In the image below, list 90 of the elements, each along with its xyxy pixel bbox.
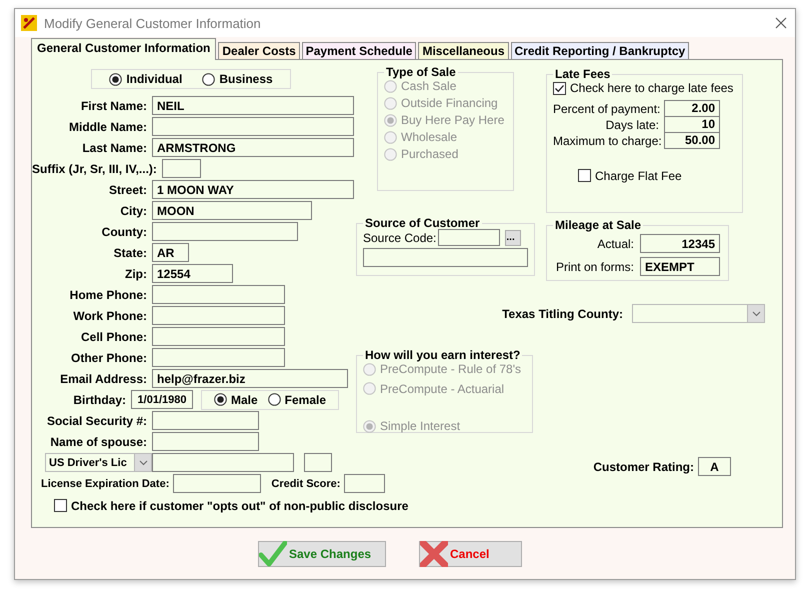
text-field[interactable]: ARMSTRONG bbox=[152, 138, 354, 157]
field-label: Street: bbox=[108, 182, 148, 196]
field-label: Texas Titling County: bbox=[502, 306, 623, 320]
field-label: Home Phone: bbox=[68, 288, 148, 302]
number-field[interactable]: 10 bbox=[664, 116, 720, 132]
text-field[interactable] bbox=[304, 453, 332, 472]
text-field[interactable] bbox=[162, 159, 201, 178]
checkbox-icon[interactable] bbox=[578, 169, 591, 182]
radio-icon[interactable] bbox=[202, 72, 216, 86]
text-field[interactable] bbox=[173, 474, 262, 493]
number-field[interactable]: 50.00 bbox=[664, 132, 720, 148]
text-field[interactable]: EXEMPT bbox=[640, 257, 720, 276]
x-icon bbox=[420, 541, 448, 567]
checkbox[interactable]: Charge Flat Fee bbox=[578, 168, 682, 182]
text-field[interactable] bbox=[152, 327, 285, 346]
field-label: Percent of payment: bbox=[553, 102, 662, 116]
field-label: Zip: bbox=[124, 266, 148, 280]
field-label: Suffix (Jr, Sr, III, IV,...): bbox=[32, 162, 158, 176]
radio-button[interactable]: Business bbox=[202, 72, 273, 86]
field-label: Customer Rating: bbox=[593, 460, 694, 474]
field-label: Last Name: bbox=[81, 140, 148, 154]
license-type-dropdown[interactable]: US Driver's Lic bbox=[45, 453, 152, 472]
checkbox-icon[interactable] bbox=[553, 82, 566, 94]
text-field[interactable]: help@frazer.biz bbox=[152, 369, 348, 388]
text-field[interactable]: MOON bbox=[152, 201, 312, 220]
radio-icon[interactable] bbox=[268, 393, 281, 406]
close-icon[interactable] bbox=[775, 17, 787, 29]
field-label: License Expiration Date: bbox=[41, 478, 170, 490]
group-title: Mileage at Sale bbox=[554, 218, 642, 232]
text-field[interactable]: 12554 bbox=[152, 264, 233, 283]
tab[interactable]: Credit Reporting / Bankruptcy bbox=[510, 42, 690, 59]
field-label: Work Phone: bbox=[72, 308, 148, 322]
field-label: County: bbox=[100, 224, 148, 238]
radio-icon[interactable] bbox=[109, 72, 122, 86]
field-label: City: bbox=[119, 204, 148, 218]
field-label: Maximum to charge: bbox=[553, 134, 663, 148]
text-field[interactable] bbox=[152, 348, 285, 367]
field-label: Email Address: bbox=[59, 372, 148, 386]
field-label: First Name: bbox=[80, 98, 148, 112]
field-label: Middle Name: bbox=[68, 120, 148, 134]
chevron-icon[interactable] bbox=[752, 310, 760, 316]
rating-field[interactable]: A bbox=[698, 457, 731, 476]
checkbox-icon[interactable] bbox=[54, 499, 67, 512]
radio-button[interactable]: Male bbox=[214, 392, 258, 406]
field-label: Days late: bbox=[604, 118, 660, 132]
number-field[interactable]: 2.00 bbox=[664, 100, 720, 116]
text-field[interactable] bbox=[152, 306, 285, 325]
text-field[interactable] bbox=[152, 432, 259, 451]
text-field[interactable] bbox=[344, 474, 386, 493]
radio-button[interactable]: Female bbox=[268, 392, 326, 406]
tab[interactable]: Dealer Costs bbox=[218, 42, 300, 59]
text-field[interactable]: NEIL bbox=[152, 96, 354, 115]
field-label: State: bbox=[112, 246, 148, 260]
text-field[interactable] bbox=[152, 222, 298, 241]
radio-button[interactable]: Individual bbox=[109, 72, 182, 86]
group-title: Type of Sale bbox=[385, 65, 457, 79]
checkbox[interactable]: Check here if customer "opts out" of non-public disclosure bbox=[54, 498, 408, 512]
text-field[interactable] bbox=[438, 229, 500, 246]
field-label: Social Security #: bbox=[46, 414, 148, 428]
radio-icon[interactable] bbox=[214, 393, 227, 406]
field-label: Source Code: bbox=[363, 231, 436, 245]
text-field[interactable] bbox=[152, 411, 259, 430]
text-field[interactable] bbox=[152, 453, 294, 472]
text-field[interactable] bbox=[363, 248, 528, 267]
field-label: Name of spouse: bbox=[49, 434, 148, 448]
browse-button[interactable]: ... bbox=[505, 230, 522, 246]
text-field[interactable]: 12345 bbox=[640, 234, 720, 253]
field-label: Other Phone: bbox=[70, 350, 148, 364]
check-icon bbox=[259, 541, 287, 567]
group-title: Source of Customer bbox=[364, 216, 481, 230]
text-field[interactable] bbox=[152, 117, 354, 136]
tab[interactable]: Miscellaneous bbox=[418, 42, 508, 59]
text-field[interactable]: AR bbox=[152, 243, 189, 262]
group-title: How will you earn interest? bbox=[364, 348, 522, 362]
checkbox[interactable]: Check here to charge late fees bbox=[553, 81, 734, 95]
text-field[interactable]: 1 MOON WAY bbox=[152, 180, 354, 199]
field-label: Birthday: bbox=[72, 392, 127, 406]
app-logo-icon bbox=[21, 15, 37, 31]
field-label: Cell Phone: bbox=[80, 330, 148, 344]
tab[interactable]: Payment Schedule bbox=[302, 42, 416, 59]
field-label: Actual: bbox=[596, 236, 635, 250]
date-field[interactable]: 1/01/1980 bbox=[131, 390, 193, 409]
group-title: Late Fees bbox=[554, 67, 612, 81]
tab[interactable]: General Customer Information bbox=[31, 38, 216, 60]
text-field[interactable] bbox=[152, 285, 285, 304]
window-title: Modify General Customer Information bbox=[44, 16, 261, 30]
save-button[interactable]: Save Changes bbox=[258, 541, 386, 567]
field-label: Credit Score: bbox=[271, 478, 340, 490]
field-label: Print on forms: bbox=[554, 260, 635, 274]
chevron-icon[interactable] bbox=[138, 460, 148, 466]
